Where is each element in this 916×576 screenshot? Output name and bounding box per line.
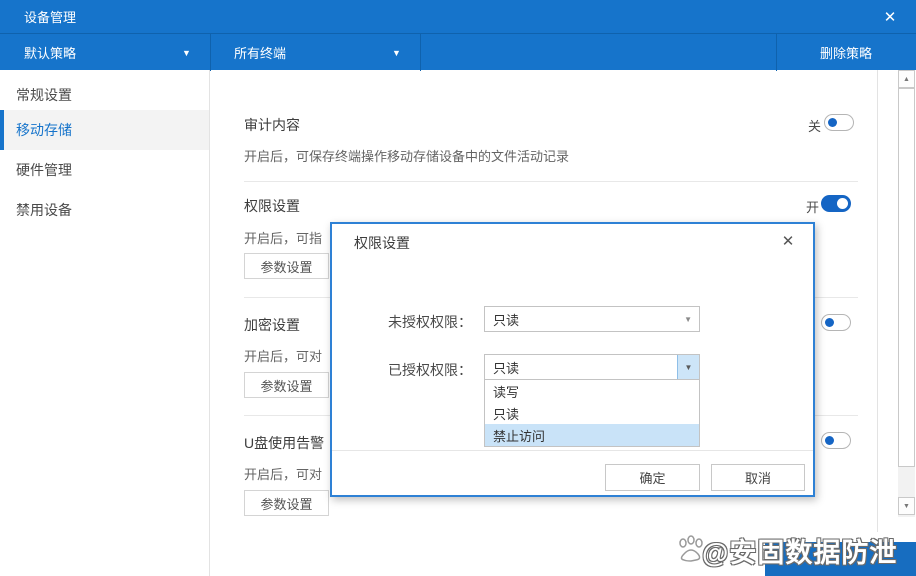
sidebar-item-mobile-storage[interactable]: 移动存储 (0, 110, 209, 150)
permission-settings-dialog: 权限设置 ✕ 未授权权限： 只读 ▼ 已授权权限： 只读 ▼ 读写 只读 禁止访… (330, 222, 815, 497)
section-divider (244, 181, 858, 182)
usb-alert-toggle[interactable] (821, 432, 851, 449)
unauthorized-permission-select[interactable]: 只读 ▼ (484, 306, 700, 332)
policy-toolbar: 默认策略 ▼ 所有终端 ▼ 删除策略 (0, 33, 916, 71)
select-value: 只读 (493, 312, 520, 328)
device-management-window: 设备管理 ✕ 默认策略 ▼ 所有终端 ▼ 删除策略 常规设置 移动存储 硬件管理… (0, 0, 916, 576)
vertical-scrollbar[interactable]: ▲ ▼ (898, 70, 915, 517)
chevron-down-icon: ▼ (182, 48, 191, 58)
dialog-title: 权限设置 (354, 235, 410, 251)
dropdown-option-read-only[interactable]: 只读 (485, 402, 699, 424)
scroll-up-icon[interactable]: ▲ (898, 70, 915, 88)
window-title: 设备管理 (24, 10, 77, 25)
scrollbar-thumb[interactable] (898, 88, 915, 467)
section-desc-usb-alert: 开启后，可对 (244, 467, 323, 482)
terminal-dropdown[interactable]: 所有终端 (234, 34, 286, 71)
terminal-dropdown-label: 所有终端 (234, 46, 287, 61)
permission-toggle[interactable] (821, 195, 851, 212)
policy-dropdown-label: 默认策略 (24, 46, 77, 61)
toolbar-divider (210, 34, 211, 71)
chevron-down-icon: ▼ (392, 48, 401, 58)
cancel-button[interactable]: 取消 (711, 464, 805, 491)
delete-policy-label: 删除策略 (819, 46, 872, 61)
audit-toggle-label: 关 (808, 119, 822, 134)
unauthorized-permission-label: 未授权权限： (388, 314, 472, 330)
chevron-down-icon[interactable]: ▼ (677, 355, 699, 379)
select-value: 只读 (493, 360, 520, 376)
dropdown-option-no-access[interactable]: 禁止访问 (485, 424, 699, 446)
sidebar-item-hardware[interactable]: 硬件管理 (0, 155, 209, 185)
ok-button[interactable]: 确定 (605, 464, 700, 491)
permission-dropdown-list: 读写 只读 禁止访问 (484, 380, 700, 447)
encryption-params-button[interactable]: 参数设置 (244, 372, 329, 398)
section-title-encryption: 加密设置 (244, 317, 300, 333)
content-right-border (877, 70, 878, 532)
chevron-down-icon: ▼ (684, 315, 692, 324)
toolbar-divider (420, 34, 421, 71)
window-titlebar: 设备管理 ✕ (0, 0, 916, 33)
sidebar-item-disabled-devices[interactable]: 禁用设备 (0, 195, 209, 225)
toggle-knob (825, 436, 834, 445)
watermark-text: @安固数据防泄密 (702, 538, 898, 568)
encryption-toggle[interactable] (821, 314, 851, 331)
permission-toggle-label: 开 (806, 200, 820, 215)
section-desc-permission: 开启后，可指 (244, 231, 323, 246)
dialog-footer-divider (332, 450, 813, 451)
toggle-knob (828, 118, 837, 127)
authorized-permission-label: 已授权权限： (388, 362, 472, 378)
close-icon[interactable]: ✕ (878, 0, 902, 33)
section-title-permission: 权限设置 (244, 198, 300, 214)
policy-dropdown[interactable]: 默认策略 (24, 34, 76, 71)
delete-policy-button[interactable]: 删除策略 (776, 34, 916, 71)
authorized-permission-select[interactable]: 只读 ▼ (484, 354, 700, 380)
usb-alert-params-button[interactable]: 参数设置 (244, 490, 329, 516)
section-desc-encryption: 开启后，可对 (244, 349, 323, 364)
toggle-knob (825, 318, 834, 327)
toggle-knob (837, 198, 848, 209)
scroll-down-icon[interactable]: ▼ (898, 497, 915, 515)
sidebar-item-general[interactable]: 常规设置 (0, 80, 209, 110)
dialog-close-icon[interactable]: ✕ (777, 230, 799, 252)
section-title-audit: 审计内容 (244, 117, 300, 133)
audit-toggle[interactable] (824, 114, 854, 131)
section-desc-audit: 开启后，可保存终端操作移动存储设备中的文件活动记录 (244, 149, 570, 164)
section-title-usb-alert: U盘使用告警 (244, 435, 325, 451)
dropdown-option-read-write[interactable]: 读写 (485, 380, 699, 402)
settings-sidebar: 常规设置 移动存储 硬件管理 禁用设备 (0, 70, 210, 576)
permission-params-button[interactable]: 参数设置 (244, 253, 329, 279)
